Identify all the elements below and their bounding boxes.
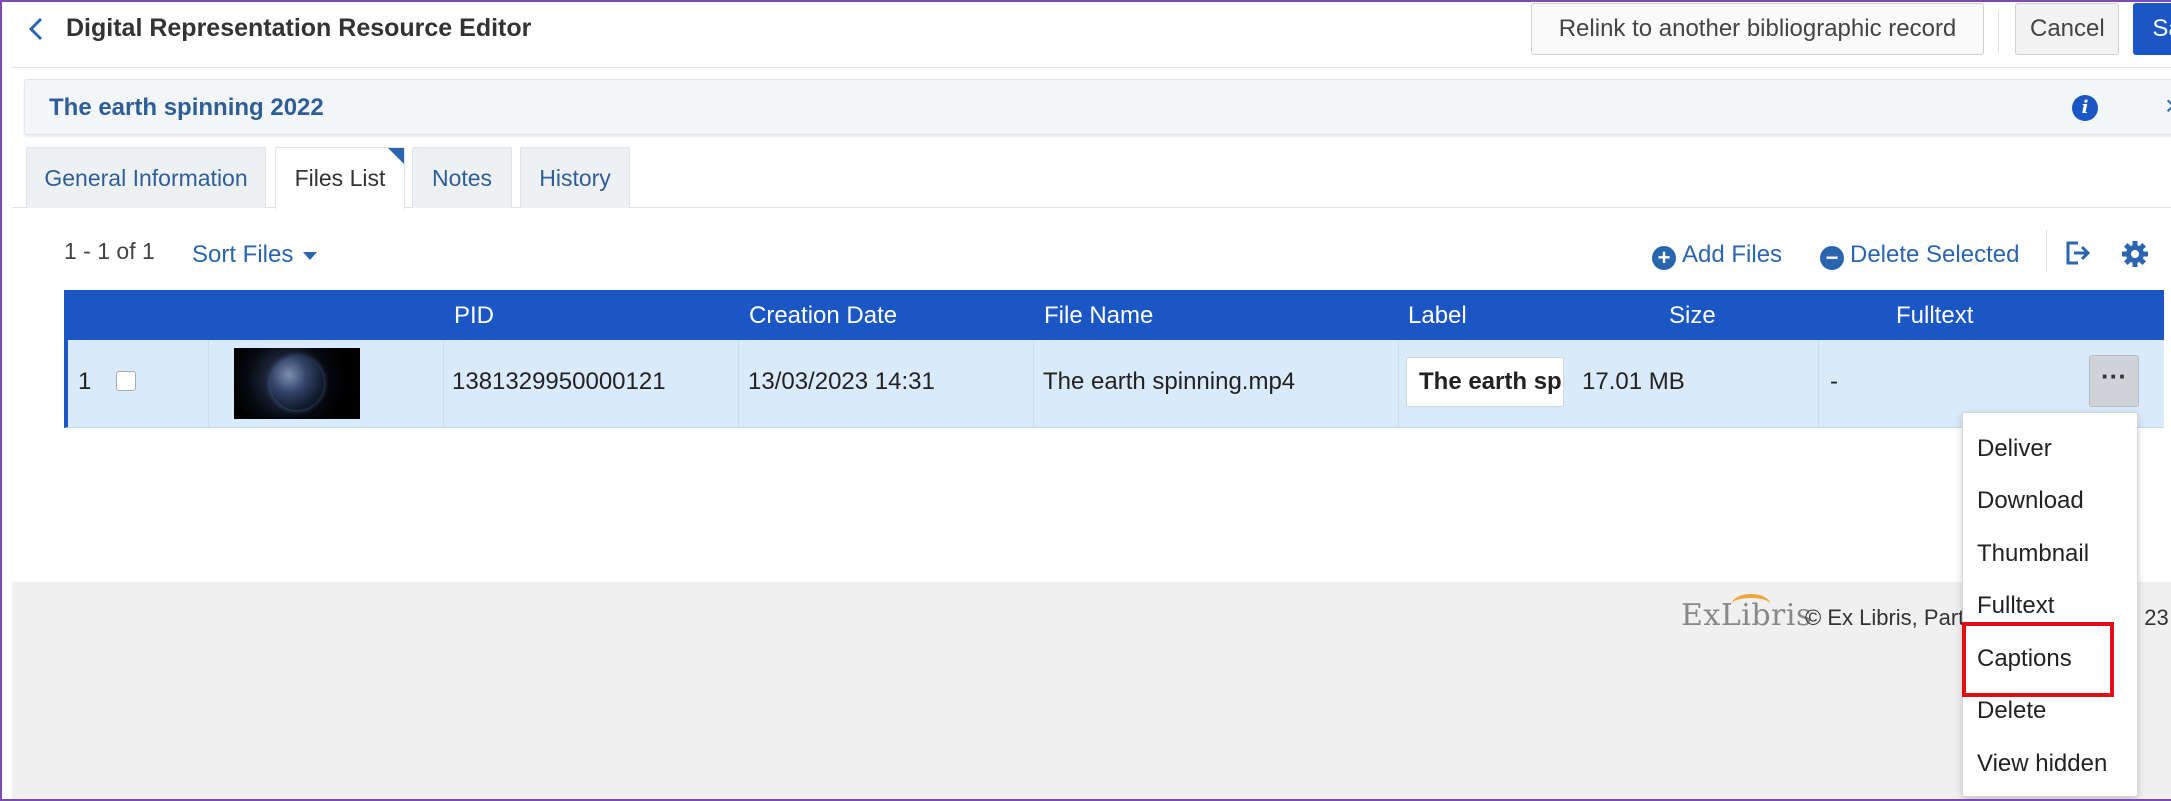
footer: ExLibris © Ex Libris, Part 23: [12, 582, 2171, 799]
cell-divider: [443, 340, 444, 427]
row-index: 1: [78, 368, 92, 395]
page-title: Digital Representation Resource Editor: [66, 14, 532, 42]
menu-item-thumbnail[interactable]: Thumbnail: [1977, 540, 2089, 568]
captions-highlight: [1962, 622, 2114, 697]
menu-item-view-hidden[interactable]: View hidden: [1977, 750, 2107, 778]
sort-files-label: Sort Files: [192, 241, 294, 268]
app-frame: Digital Representation Resource Editor R…: [0, 0, 2171, 801]
add-files-button[interactable]: + Add Files: [1652, 241, 1782, 270]
column-header-label[interactable]: Label: [1408, 302, 1467, 330]
plus-circle-icon: +: [1652, 246, 1676, 270]
video-thumbnail[interactable]: [234, 348, 360, 419]
column-header-size[interactable]: Size: [1669, 302, 1716, 330]
copyright-year-tail: 23: [2144, 605, 2169, 630]
cell-divider: [1033, 340, 1034, 427]
toolbar-divider: [2046, 230, 2047, 272]
add-files-label: Add Files: [1682, 241, 1783, 268]
divider: [1998, 10, 1999, 52]
minus-circle-icon: −: [1820, 246, 1844, 270]
row-actions-button[interactable]: ···: [2089, 355, 2139, 407]
export-icon[interactable]: [2062, 238, 2092, 268]
column-header-pid[interactable]: PID: [454, 302, 494, 330]
column-header-creation-date[interactable]: Creation Date: [749, 302, 897, 330]
cell-divider: [1398, 340, 1399, 427]
save-button[interactable]: Sav: [2133, 3, 2171, 55]
record-title-bar: The earth spinning 2022 i ×: [24, 79, 2171, 135]
exlibris-logo: ExLibris: [1681, 598, 1812, 633]
copyright-label: © Ex Libris, Part: [1805, 605, 1965, 630]
tab-bar: General Information Files List Notes His…: [26, 147, 2171, 209]
cell-divider: [738, 340, 739, 427]
close-icon[interactable]: ×: [2165, 90, 2171, 122]
menu-item-fulltext[interactable]: Fulltext: [1977, 592, 2054, 620]
cell-divider: [1818, 340, 1819, 427]
tab-history[interactable]: History: [520, 147, 630, 208]
menu-item-delete[interactable]: Delete: [1977, 697, 2046, 725]
creation-date-cell: 13/03/2023 14:31: [748, 368, 935, 395]
record-title: The earth spinning 2022: [49, 94, 324, 121]
cell-divider: [208, 340, 209, 427]
sort-files-dropdown[interactable]: Sort Files: [192, 241, 318, 269]
caret-down-icon: [303, 251, 318, 260]
size-cell: 17.01 MB: [1582, 368, 1685, 395]
delete-selected-label: Delete Selected: [1850, 241, 2020, 268]
files-table-header: PID Creation Date File Name Label Size F…: [64, 290, 2164, 340]
delete-selected-button[interactable]: − Delete Selected: [1820, 241, 2019, 270]
tab-files-list[interactable]: Files List: [275, 147, 405, 209]
row-checkbox[interactable]: [116, 371, 136, 391]
table-row[interactable]: 1 1381329950000121 13/03/2023 14:31 The …: [64, 340, 2164, 428]
relink-button[interactable]: Relink to another bibliographic record: [1531, 3, 1984, 55]
info-icon[interactable]: i: [2072, 95, 2098, 121]
tab-corner-marker: [388, 148, 404, 164]
tab-general-information[interactable]: General Information: [26, 147, 266, 208]
row-actions-menu: Deliver Download Thumbnail Fulltext Capt…: [1962, 412, 2138, 797]
results-count: 1 - 1 of 1: [64, 238, 155, 264]
menu-item-download[interactable]: Download: [1977, 487, 2084, 515]
chevron-left-icon[interactable]: [26, 15, 50, 43]
cancel-button[interactable]: Cancel: [2015, 3, 2119, 55]
column-header-fulltext[interactable]: Fulltext: [1896, 302, 1973, 330]
earth-image: [270, 356, 324, 410]
fulltext-cell: -: [1830, 368, 1838, 395]
label-input[interactable]: The earth sp: [1406, 357, 1564, 407]
column-header-file-name[interactable]: File Name: [1044, 302, 1153, 330]
tab-files-list-label: Files List: [294, 165, 386, 191]
pid-cell: 1381329950000121: [452, 368, 666, 395]
menu-item-deliver[interactable]: Deliver: [1977, 435, 2052, 463]
gear-icon[interactable]: [2120, 239, 2150, 269]
editor-header: Digital Representation Resource Editor R…: [12, 2, 2171, 68]
tab-notes[interactable]: Notes: [412, 147, 512, 208]
file-name-cell: The earth spinning.mp4: [1043, 368, 1296, 395]
